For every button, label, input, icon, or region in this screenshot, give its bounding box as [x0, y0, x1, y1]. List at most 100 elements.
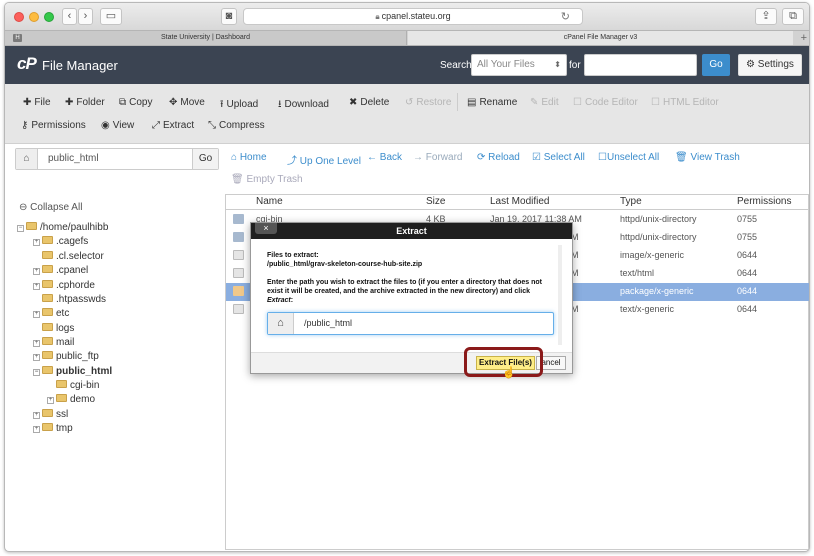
forward-button[interactable]: ›	[78, 8, 93, 25]
expand-icon[interactable]: +	[47, 397, 54, 404]
close-icon[interactable]: ×	[255, 223, 277, 234]
share-button[interactable]: ⇪	[755, 8, 777, 25]
column-header-permissions[interactable]: Permissions	[737, 195, 791, 209]
reload-icon[interactable]: ↻	[561, 10, 570, 25]
column-header-size[interactable]: Size	[426, 195, 445, 209]
search-scope-select[interactable]: All Your Files ⬍	[471, 54, 567, 76]
view-button[interactable]: ◉ View	[101, 120, 134, 131]
cpanel-logo[interactable]: cP	[17, 54, 37, 74]
expand-icon[interactable]: +	[33, 354, 40, 361]
rename-button[interactable]: ▤ Rename	[467, 97, 517, 108]
minus-circle-icon: ⊖	[19, 202, 28, 213]
zoom-window-button[interactable]	[44, 12, 54, 22]
expand-icon[interactable]: +	[33, 239, 40, 246]
path-go-button[interactable]: Go	[192, 149, 218, 169]
column-header-name[interactable]: Name	[256, 195, 283, 209]
cell-type: text/html	[620, 268, 655, 278]
tabs-icon: ⧉	[789, 10, 797, 22]
restore-button[interactable]: ↺ Restore	[405, 97, 451, 108]
close-window-button[interactable]	[14, 12, 24, 22]
edit-button[interactable]: ✎ Edit	[530, 97, 559, 108]
extract-path-input[interactable]: ⌂ /public_html	[267, 312, 554, 335]
folder-icon	[42, 294, 53, 302]
extract-button[interactable]: ⤢ Extract	[152, 120, 194, 131]
tool-label: Extract	[163, 120, 195, 131]
tool-label: View	[112, 120, 135, 131]
tabs-overview-button[interactable]: ⧉	[782, 8, 804, 25]
tree-item[interactable]: + etc	[33, 307, 69, 321]
home-icon[interactable]: ⌂	[16, 149, 38, 169]
expand-icon[interactable]: +	[33, 426, 40, 433]
minimize-window-button[interactable]	[29, 12, 39, 22]
tree-item[interactable]: + public_ftp	[33, 350, 99, 364]
tree-item[interactable]: + .cagefs	[33, 235, 88, 249]
compress-button[interactable]: ⤡ Compress	[208, 120, 265, 131]
new-file-button[interactable]: ✚ File	[23, 97, 51, 108]
folder-icon	[42, 236, 53, 244]
dialog-title: Extract	[251, 223, 572, 239]
instructions-text: Enter the path you wish to extract the f…	[267, 279, 542, 295]
settings-button[interactable]: ⚙ Settings	[738, 54, 802, 76]
tree-item[interactable]: cgi-bin	[56, 379, 99, 393]
tree-item[interactable]: .htpasswds	[42, 293, 106, 307]
path-input[interactable]: ⌂ public_html Go	[15, 148, 219, 170]
tree-item[interactable]: + mail	[33, 336, 74, 350]
column-header-type[interactable]: Type	[620, 195, 642, 209]
address-bar[interactable]: 🔒︎ cpanel.stateu.org ↻	[243, 8, 583, 25]
sidebar-toggle-button[interactable]: ▭	[100, 8, 122, 25]
eye-icon: ◉	[101, 120, 110, 131]
collapse-all-link[interactable]: ⊖ Collapse All	[19, 202, 82, 213]
page-title: File Manager	[42, 58, 118, 73]
tab-file-manager[interactable]: cPanel File Manager v3	[408, 31, 793, 45]
new-tab-button[interactable]: +	[801, 31, 807, 45]
up-one-level-link[interactable]: ⤴ Up One Level	[287, 152, 361, 167]
tree-label: public_html	[56, 366, 113, 377]
download-button[interactable]: ⭳ Download	[278, 97, 329, 114]
empty-trash-link[interactable]: 🗑︎ Empty Trash	[231, 174, 303, 185]
unselect-all-link[interactable]: ☐Unselect All	[598, 152, 659, 163]
permissions-button[interactable]: ⚷ Permissions	[21, 120, 86, 131]
back-button[interactable]: ‹	[62, 8, 77, 25]
tree-item[interactable]: + .cpanel	[33, 264, 88, 278]
tree-item[interactable]: + tmp	[33, 422, 73, 436]
code-editor-button[interactable]: ☐ Code Editor	[573, 97, 638, 108]
tab-dashboard[interactable]: H State University | Dashboard	[5, 31, 407, 45]
dialog-scrollbar[interactable]	[558, 245, 562, 345]
cell-type: image/x-generic	[620, 250, 685, 260]
tree-item[interactable]: logs	[42, 322, 74, 336]
expand-icon[interactable]: +	[33, 268, 40, 275]
copy-button[interactable]: ⧉ Copy	[119, 97, 153, 108]
search-go-button[interactable]: Go	[702, 54, 730, 76]
move-button[interactable]: ✥ Move	[169, 97, 205, 108]
file-toolbar: ✚ File ✚ Folder ⧉ Copy ✥ Move ⭱ Upload ⭳ Downl…	[5, 84, 809, 144]
back-link[interactable]: ← Back	[367, 152, 402, 163]
tree-item[interactable]: + .cphorde	[33, 279, 95, 293]
delete-button[interactable]: ✖ Delete	[349, 97, 389, 108]
search-input[interactable]	[584, 54, 697, 76]
collapse-icon[interactable]: −	[33, 369, 40, 376]
forward-link[interactable]: → Forward	[413, 152, 462, 163]
restore-icon: ↺	[405, 97, 414, 108]
reader-button[interactable]: ◙	[221, 8, 237, 25]
image-file-icon	[233, 250, 244, 260]
html-editor-button[interactable]: ☐ HTML Editor	[651, 97, 719, 108]
select-all-link[interactable]: ☑ Select All	[532, 152, 585, 163]
collapse-icon[interactable]: −	[17, 225, 24, 232]
expand-icon[interactable]: +	[33, 340, 40, 347]
reload-link[interactable]: ⟳ Reload	[477, 152, 520, 163]
tree-item[interactable]: − /home/paulhibb	[17, 221, 108, 235]
new-folder-button[interactable]: ✚ Folder	[65, 97, 105, 108]
column-header-modified[interactable]: Last Modified	[490, 195, 549, 209]
home-link[interactable]: ⌂ Home	[231, 152, 267, 163]
expand-icon[interactable]: +	[33, 283, 40, 290]
edit-icon: ☐	[651, 97, 660, 108]
expand-icon[interactable]: +	[33, 311, 40, 318]
upload-button[interactable]: ⭱ Upload	[220, 97, 258, 114]
view-trash-link[interactable]: 🗑︎ View Trash	[675, 152, 740, 163]
tree-item[interactable]: + ssl	[33, 408, 68, 422]
tree-item-selected[interactable]: − public_html	[33, 365, 112, 379]
tree-item[interactable]: .cl.selector	[42, 250, 104, 264]
tree-item[interactable]: + demo	[47, 393, 95, 407]
tool-label: Edit	[541, 97, 559, 108]
expand-icon[interactable]: +	[33, 412, 40, 419]
